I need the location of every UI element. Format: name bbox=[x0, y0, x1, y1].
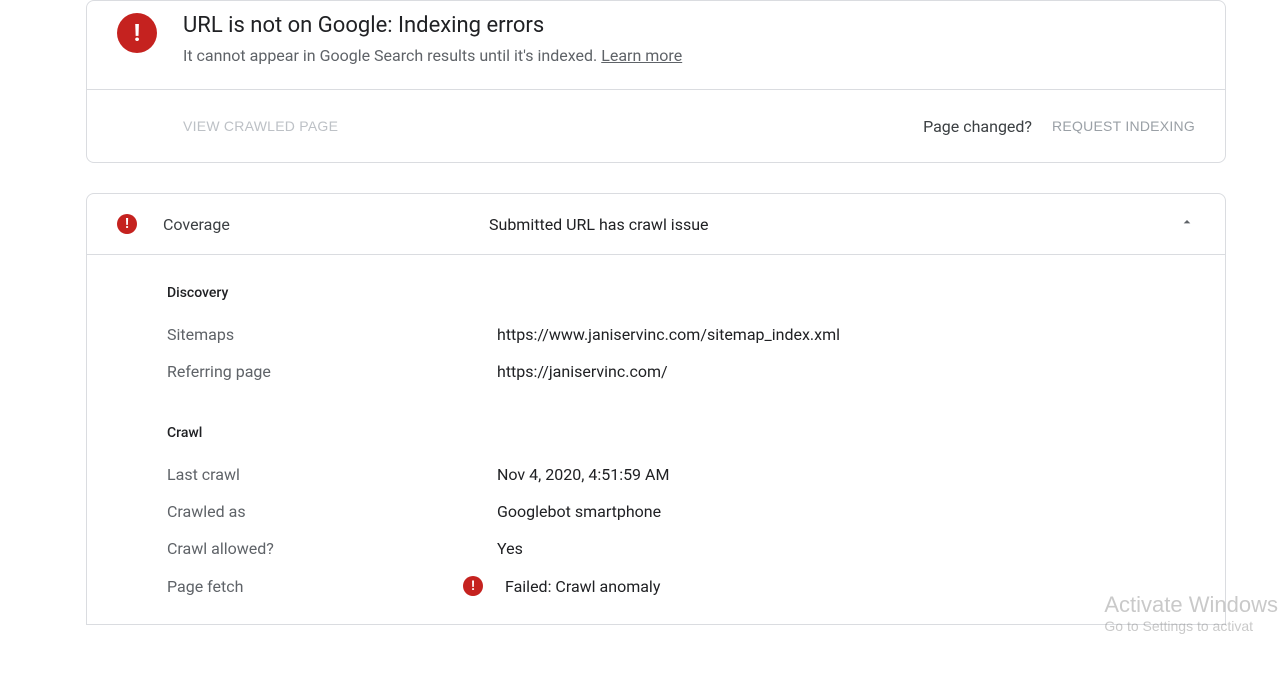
view-crawled-page-button[interactable]: VIEW CRAWLED PAGE bbox=[183, 110, 338, 142]
status-description: It cannot appear in Google Search result… bbox=[183, 46, 682, 65]
error-icon: ! bbox=[463, 576, 483, 596]
last-crawl-label: Last crawl bbox=[167, 465, 497, 484]
crawled-as-value: Googlebot smartphone bbox=[497, 502, 661, 521]
coverage-details: Discovery Sitemaps https://www.janiservi… bbox=[87, 254, 1225, 624]
last-crawl-row: Last crawl Nov 4, 2020, 4:51:59 AM bbox=[167, 465, 1195, 484]
crawled-as-row: Crawled as Googlebot smartphone bbox=[167, 502, 1195, 521]
referring-page-label: Referring page bbox=[167, 362, 497, 381]
status-title: URL is not on Google: Indexing errors bbox=[183, 13, 682, 38]
actions-row: VIEW CRAWLED PAGE Page changed? REQUEST … bbox=[87, 89, 1225, 162]
sitemaps-label: Sitemaps bbox=[167, 325, 497, 344]
coverage-header[interactable]: ! Coverage Submitted URL has crawl issue bbox=[87, 194, 1225, 254]
learn-more-link[interactable]: Learn more bbox=[601, 46, 682, 65]
status-text: URL is not on Google: Indexing errors It… bbox=[183, 13, 682, 65]
sitemaps-row: Sitemaps https://www.janiservinc.com/sit… bbox=[167, 325, 1195, 344]
crawl-section-title: Crawl bbox=[167, 425, 1195, 441]
error-icon: ! bbox=[117, 13, 157, 53]
page-fetch-row: Page fetch ! Failed: Crawl anomaly bbox=[167, 576, 1195, 596]
page-fetch-label: Page fetch bbox=[167, 577, 497, 596]
coverage-value: Submitted URL has crawl issue bbox=[489, 215, 1153, 234]
crawl-allowed-label: Crawl allowed? bbox=[167, 539, 497, 558]
last-crawl-value: Nov 4, 2020, 4:51:59 AM bbox=[497, 465, 669, 484]
coverage-label: Coverage bbox=[163, 215, 463, 234]
request-indexing-button[interactable]: REQUEST INDEXING bbox=[1052, 110, 1195, 142]
page-fetch-value: ! Failed: Crawl anomaly bbox=[497, 576, 660, 596]
status-card: ! URL is not on Google: Indexing errors … bbox=[86, 0, 1226, 163]
status-row: ! URL is not on Google: Indexing errors … bbox=[87, 1, 1225, 89]
crawl-allowed-row: Crawl allowed? Yes bbox=[167, 539, 1195, 558]
discovery-section-title: Discovery bbox=[167, 285, 1195, 301]
crawl-allowed-value: Yes bbox=[497, 539, 523, 558]
error-icon: ! bbox=[117, 214, 137, 234]
crawled-as-label: Crawled as bbox=[167, 502, 497, 521]
referring-page-row: Referring page https://janiservinc.com/ bbox=[167, 362, 1195, 381]
coverage-card: ! Coverage Submitted URL has crawl issue… bbox=[86, 193, 1226, 625]
chevron-up-icon bbox=[1179, 214, 1195, 234]
sitemaps-value: https://www.janiservinc.com/sitemap_inde… bbox=[497, 325, 840, 344]
page-changed-label: Page changed? bbox=[923, 117, 1032, 136]
referring-page-value: https://janiservinc.com/ bbox=[497, 362, 668, 381]
